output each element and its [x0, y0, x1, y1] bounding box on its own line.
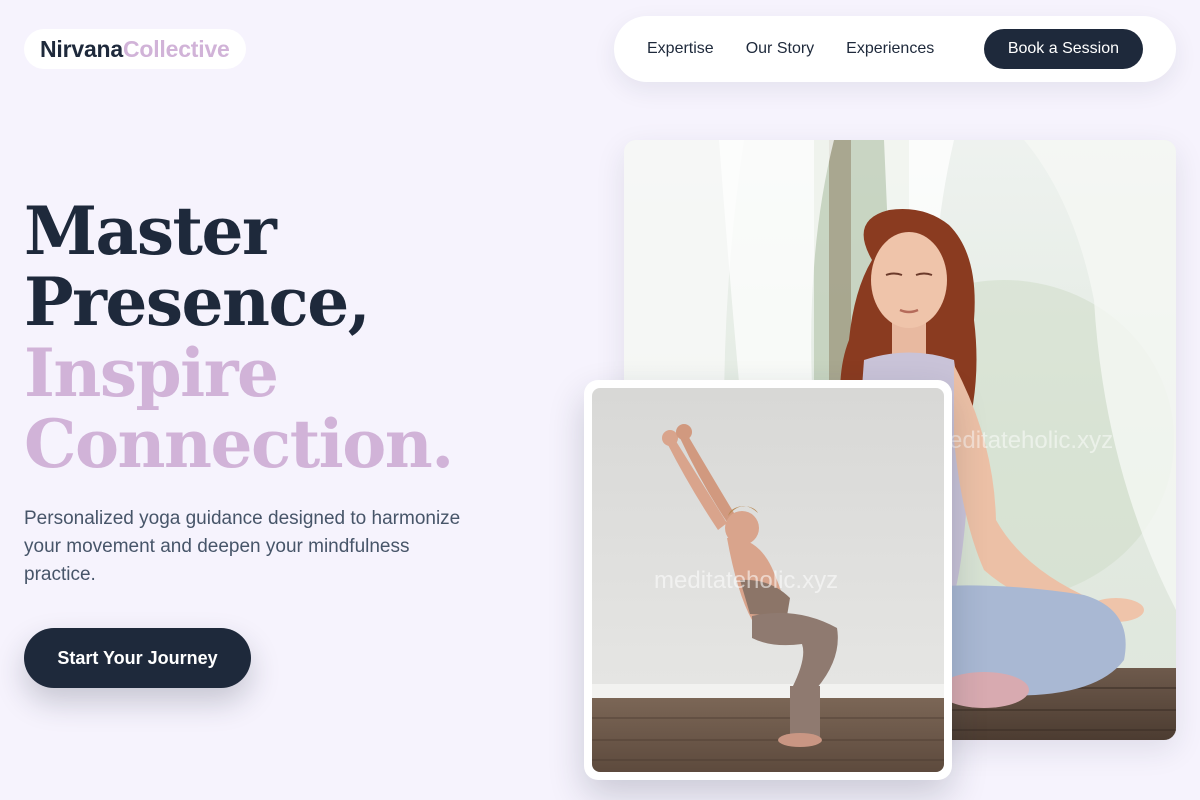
headline-line-3: Inspire — [24, 334, 279, 412]
chair-pose-illustration: meditateholic.xyz — [592, 388, 944, 772]
brand-name-part1: Nirvana — [40, 35, 123, 62]
headline-line-2: Presence, — [24, 263, 371, 341]
hero-headline: Master Presence, Inspire Connection. — [24, 192, 454, 483]
top-navigation: Expertise Our Story Experiences Book a S… — [614, 16, 1176, 82]
brand-name-part2: Collective — [122, 35, 230, 62]
main-photo-watermark: meditateholic.xyz — [929, 427, 1113, 454]
headline-line-4: Connection. — [24, 405, 454, 483]
headline-line-1: Master — [24, 192, 277, 270]
secondary-photo-watermark: meditateholic.xyz — [654, 567, 838, 594]
hero-subtext: Personalized yoga guidance designed to h… — [24, 508, 461, 585]
nav-link-expertise[interactable]: Expertise — [647, 40, 714, 58]
chair-pose-photo-card: meditateholic.xyz — [584, 380, 952, 780]
brand-logo[interactable]: Nirvana Collective — [24, 29, 246, 69]
chair-pose-photo: meditateholic.xyz — [592, 388, 944, 772]
book-session-button[interactable]: Book a Session — [983, 29, 1143, 69]
start-journey-button[interactable]: Start Your Journey — [24, 628, 251, 688]
nav-link-our-story[interactable]: Our Story — [746, 40, 814, 58]
nav-link-experiences[interactable]: Experiences — [846, 40, 934, 58]
